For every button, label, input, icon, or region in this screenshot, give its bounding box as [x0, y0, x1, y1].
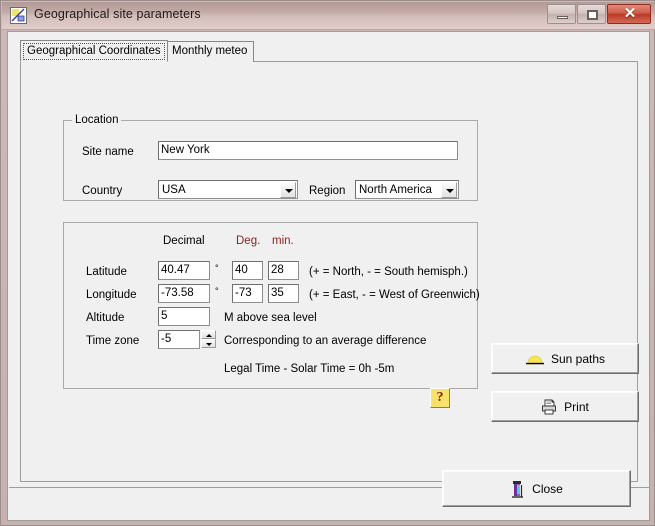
region-label: Region	[309, 185, 346, 197]
close-icon: ✕	[623, 6, 637, 22]
country-label: Country	[82, 185, 123, 197]
stepper-down-icon[interactable]	[201, 339, 216, 348]
latitude-hint: (+ = North, - = South hemisph.)	[309, 266, 468, 278]
close-button[interactable]: Close	[442, 470, 631, 507]
site-name-input[interactable]: New York	[158, 141, 458, 160]
question-mark-icon: ?	[436, 390, 444, 405]
printer-icon	[542, 399, 557, 414]
timezone-label: Time zone	[86, 335, 140, 347]
longitude-decimal-input[interactable]: -73.58	[158, 284, 210, 303]
longitude-deg-input[interactable]: -73	[232, 284, 263, 303]
longitude-hint: (+ = East, - = West of Greenwich)	[309, 289, 480, 301]
timezone-input[interactable]: -5	[158, 330, 200, 349]
header-decimal: Decimal	[163, 235, 205, 247]
header-deg: Deg.	[236, 235, 261, 247]
window-close-button[interactable]: ✕	[607, 4, 651, 24]
sun-paths-label: Sun paths	[550, 351, 606, 366]
sun-icon	[525, 355, 544, 364]
chevron-down-icon[interactable]	[441, 182, 457, 198]
header-min: min.	[272, 235, 294, 247]
maximize-icon	[587, 10, 598, 20]
site-name-label: Site name	[82, 146, 134, 158]
minimize-icon	[557, 16, 568, 19]
tab-geographical-coordinates[interactable]: Geographical Coordinates	[20, 40, 168, 62]
dialog-client-area: Geographical Coordinates Monthly meteo L…	[7, 31, 650, 521]
window-title: Geographical site parameters	[34, 7, 201, 21]
maximize-button[interactable]	[577, 4, 606, 24]
legal-time-text: Legal Time - Solar Time = 0h -5m	[224, 363, 395, 375]
tab-focus-rect	[23, 43, 165, 60]
region-dropdown[interactable]: North America	[355, 180, 459, 199]
location-group-title: Location	[72, 114, 122, 126]
coordinates-group: Decimal Deg. min. Latitude 40.47 ° 40 28…	[63, 222, 480, 389]
dialog-window: Geographical site parameters ✕ Geographi…	[0, 0, 655, 526]
altitude-label: Altitude	[86, 312, 125, 324]
location-group: Location Site name New York Country USA …	[63, 114, 478, 201]
sun-paths-button[interactable]: Sun paths	[491, 343, 639, 374]
longitude-min-input[interactable]: 35	[268, 284, 299, 303]
latitude-decimal-input[interactable]: 40.47	[158, 261, 210, 280]
latitude-label: Latitude	[86, 266, 127, 278]
exit-door-icon	[512, 480, 524, 498]
tab-strip: Geographical Coordinates Monthly meteo	[20, 40, 640, 62]
chevron-down-icon[interactable]	[280, 182, 296, 198]
longitude-label: Longitude	[86, 289, 137, 301]
altitude-unit-label: M above sea level	[224, 312, 317, 324]
altitude-input[interactable]: 5	[158, 307, 210, 326]
tab-page-panel: Location Site name New York Country USA …	[20, 61, 639, 482]
timezone-note: Corresponding to an average difference	[224, 335, 427, 347]
longitude-degree-symbol: °	[215, 286, 219, 296]
country-value: USA	[162, 184, 186, 196]
region-value: North America	[359, 184, 432, 196]
tab-label: Monthly meteo	[172, 45, 248, 57]
print-button[interactable]: Print	[491, 391, 639, 422]
print-label: Print	[564, 399, 589, 414]
stepper-up-icon[interactable]	[201, 330, 216, 339]
title-bar[interactable]: Geographical site parameters ✕	[2, 2, 655, 30]
latitude-deg-input[interactable]: 40	[232, 261, 263, 280]
help-button[interactable]: ?	[430, 388, 450, 408]
close-label: Close	[532, 481, 563, 496]
app-icon	[10, 7, 27, 24]
timezone-stepper[interactable]	[201, 330, 216, 349]
tab-monthly-meteo[interactable]: Monthly meteo	[165, 41, 255, 62]
latitude-degree-symbol: °	[215, 263, 219, 273]
minimize-button[interactable]	[547, 4, 576, 24]
country-dropdown[interactable]: USA	[158, 180, 298, 199]
latitude-min-input[interactable]: 28	[268, 261, 299, 280]
